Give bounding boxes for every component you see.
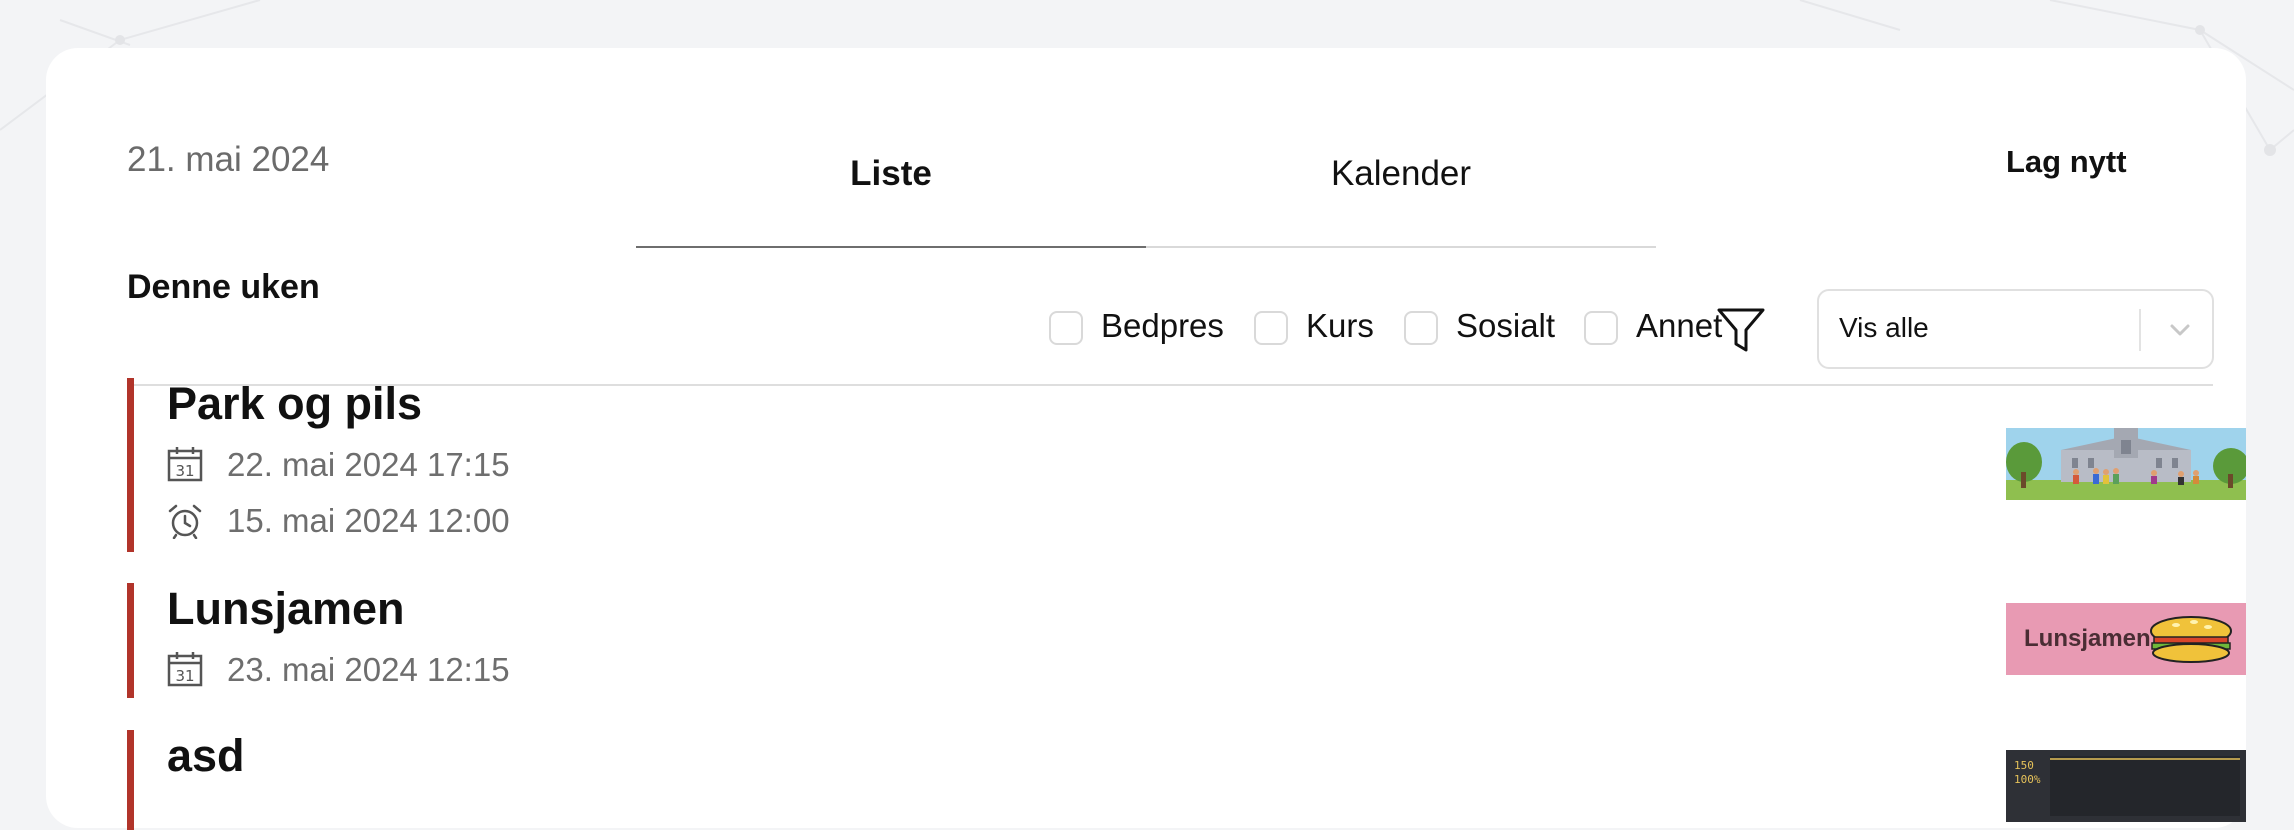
filter-select[interactable]: Vis alle	[1817, 289, 2214, 369]
filter-select-value: Vis alle	[1839, 312, 1929, 343]
checkbox-label-kurs[interactable]: Kurs	[1306, 307, 1374, 345]
checkbox-annet[interactable]	[1584, 311, 1618, 345]
sandwich-icon	[2150, 616, 2232, 663]
event-time: 23. mai 2024 12:15	[227, 651, 510, 688]
select-separator	[2139, 309, 2141, 351]
event-image[interactable]: Lunsjamen	[2006, 603, 2246, 675]
checkbox-sosialt[interactable]	[1404, 311, 1438, 345]
new-event-button[interactable]: Lag nytt	[2006, 144, 2127, 180]
section-title: Denne uken	[127, 268, 320, 306]
event-title[interactable]: Park og pils	[167, 378, 422, 430]
events-card: 21. mai 2024 Liste Kalender Lag nytt Den…	[46, 48, 2246, 830]
event-image[interactable]: 150 100%	[2006, 750, 2246, 822]
event-time: 22. mai 2024 17:15	[227, 446, 510, 483]
event-image-text: Lunsjamen	[2024, 625, 2151, 652]
event-image[interactable]	[2006, 428, 2246, 500]
tab-liste[interactable]: Liste	[636, 136, 1146, 248]
checkbox-label-annet[interactable]: Annet	[1636, 307, 1722, 345]
tab-kalender[interactable]: Kalender	[1146, 136, 1656, 248]
chevron-down-icon[interactable]	[2165, 315, 2195, 345]
calendar-icon: 31	[167, 447, 203, 482]
event-accent-bar	[127, 378, 134, 552]
checkbox-label-sosialt[interactable]: Sosialt	[1456, 307, 1555, 345]
alarm-clock-icon	[168, 504, 202, 539]
event-title[interactable]: asd	[167, 730, 245, 782]
registration-time: 15. mai 2024 12:00	[227, 502, 510, 539]
event-item[interactable]: Park og pils 31 22. mai 2024 17:15 15. m…	[127, 378, 2246, 558]
event-accent-bar	[127, 583, 134, 698]
checkbox-label-bedpres[interactable]: Bedpres	[1101, 307, 1224, 345]
chart-preview	[2050, 756, 2240, 816]
checkbox-bedpres[interactable]	[1049, 311, 1083, 345]
current-date: 21. mai 2024	[127, 140, 330, 179]
event-title[interactable]: Lunsjamen	[167, 583, 405, 635]
event-accent-bar	[127, 730, 134, 830]
checkbox-kurs[interactable]	[1254, 311, 1288, 345]
view-tabs: Liste Kalender	[636, 136, 1656, 248]
event-item[interactable]: asd 150 100%	[127, 730, 2246, 830]
filter-icon[interactable]	[1716, 306, 1766, 354]
calendar-icon: 31	[167, 652, 203, 687]
svg-text:31: 31	[175, 462, 194, 480]
svg-text:31: 31	[175, 667, 194, 685]
event-item[interactable]: Lunsjamen 31 23. mai 2024 12:15 Lunsjame…	[127, 583, 2246, 703]
